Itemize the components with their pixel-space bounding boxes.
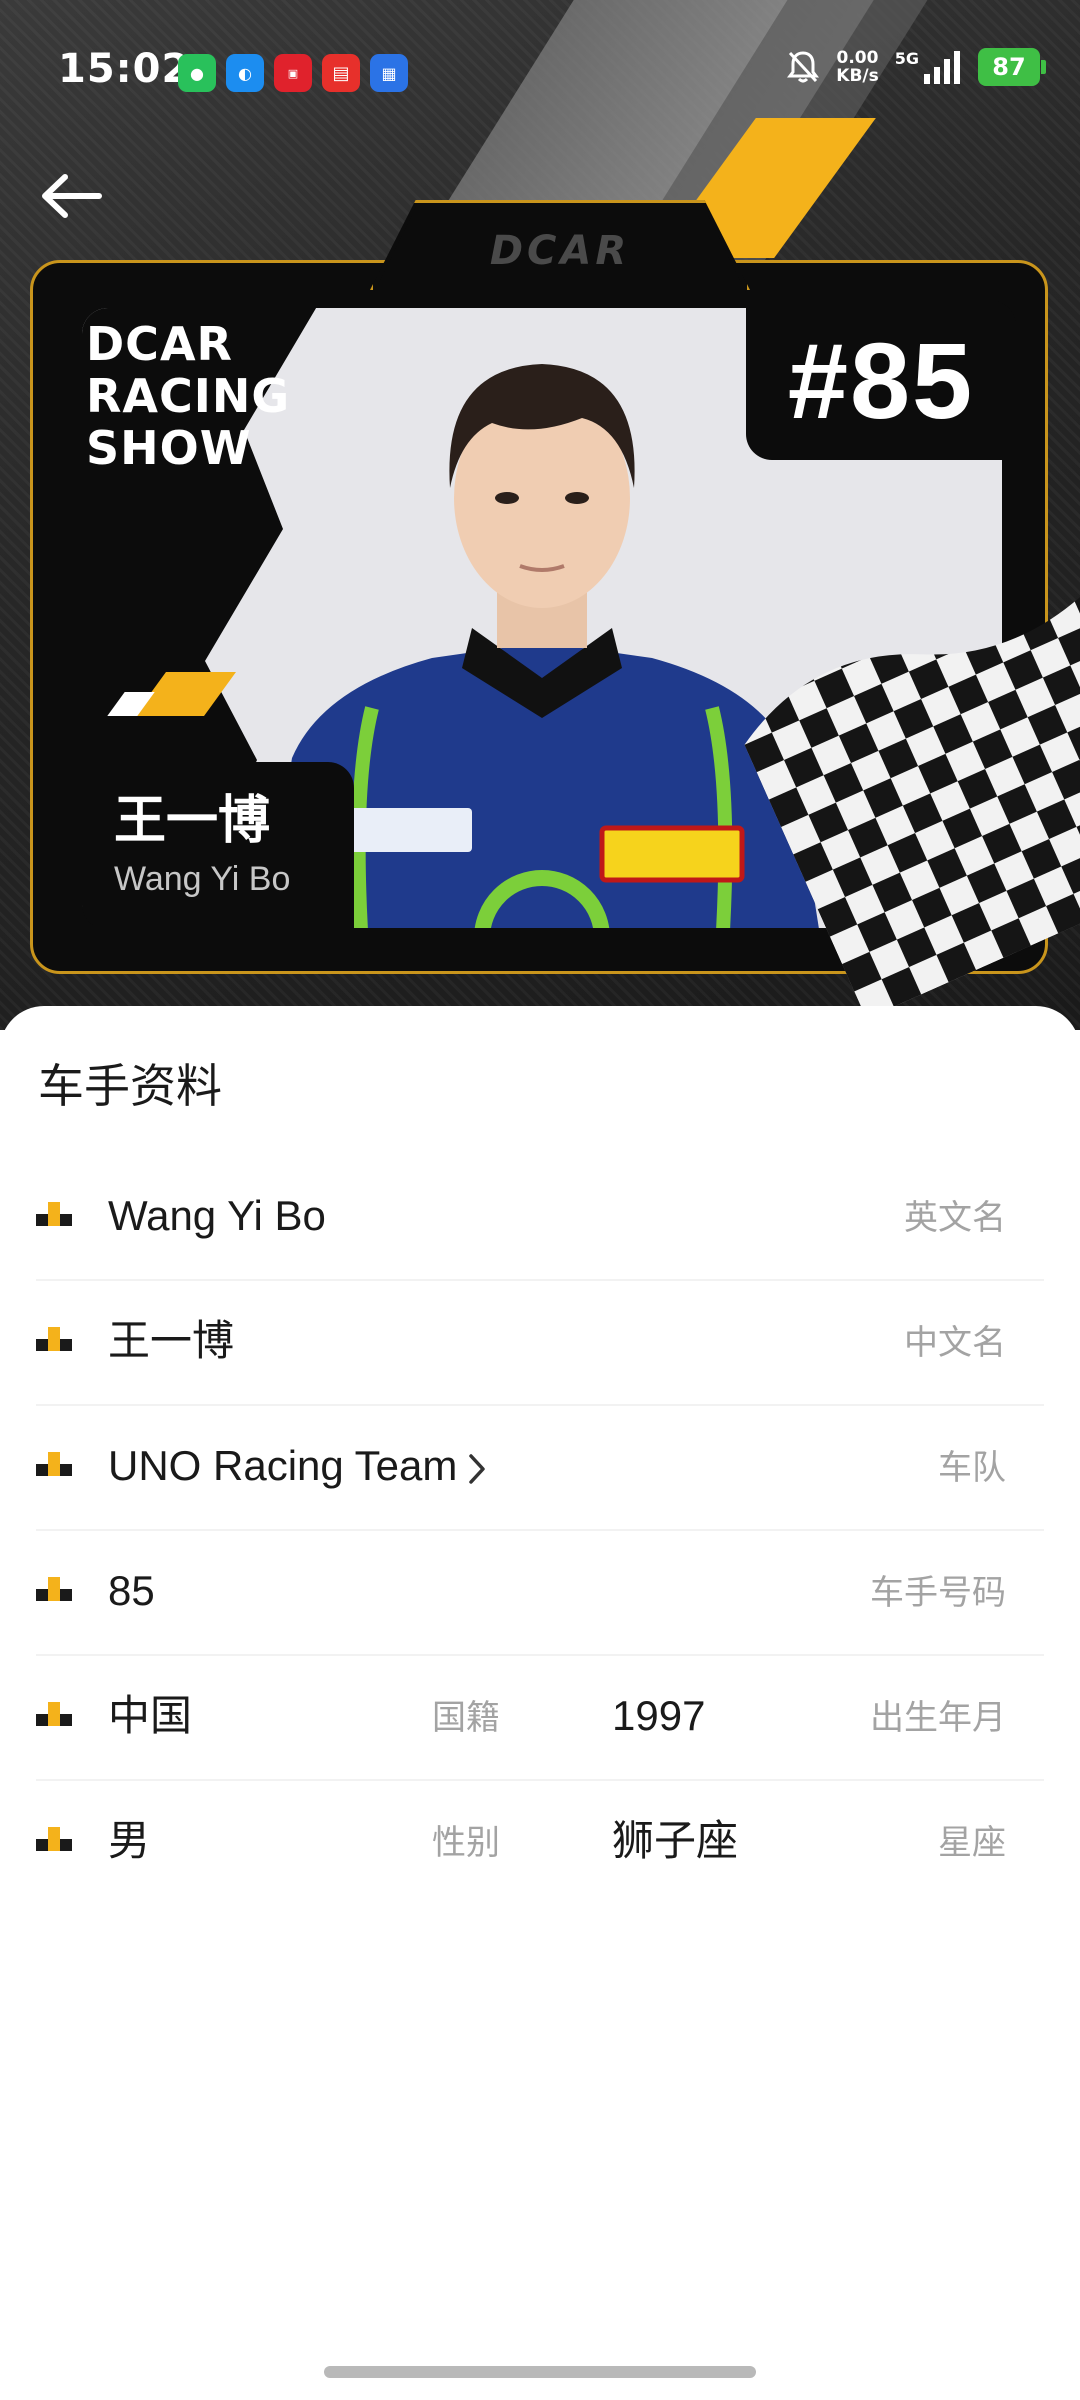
brand-line: SHOW: [86, 421, 252, 475]
battery-level: 87: [992, 53, 1026, 81]
chat-icon: ▦: [370, 54, 408, 92]
brand-title: DCAR RACING SHOW: [86, 318, 290, 474]
row-value: 85: [108, 1567, 155, 1614]
driver-profile-panel: 车手资料 Wang Yi Bo 英文名 王一博 中文名 UNO Racing T…: [0, 1006, 1080, 2400]
net-speed: 0.00 KB/s: [836, 49, 878, 85]
wechat-icon: ●: [178, 54, 216, 92]
battery-icon: 87: [978, 48, 1046, 86]
section-title: 车手资料: [38, 1059, 222, 1113]
checkered-bullet-icon: [36, 1577, 72, 1601]
profile-row-nationality-birth: 中国 国籍 1997 出生年月: [0, 1656, 1080, 1781]
driver-number-badge: #85: [746, 300, 1016, 460]
status-bar: 15:02 ● ◐ ▣ ▤ ▦ 0.00 KB/s 5G 87: [0, 0, 1080, 140]
mute-bell-icon: [787, 51, 820, 83]
checkered-bullet-icon: [36, 1827, 72, 1851]
status-time: 15:02: [58, 46, 191, 92]
profile-row-number: 85 车手号码: [0, 1531, 1080, 1656]
profile-row-team: UNO Racing Team 车队: [0, 1406, 1080, 1531]
profile-row-chinese-name: 王一博 中文名: [0, 1281, 1080, 1406]
row-label: 中文名: [904, 1323, 1006, 1363]
chevron-right-icon[interactable]: [467, 1452, 487, 1486]
row-value: 男: [108, 1816, 151, 1865]
team-name[interactable]: UNO Racing Team: [108, 1442, 457, 1489]
brand-line: DCAR: [86, 317, 233, 371]
store-icon: ▤: [322, 54, 360, 92]
profile-list: Wang Yi Bo 英文名 王一博 中文名 UNO Racing Team 车…: [0, 1156, 1080, 1906]
row-label: 国籍: [432, 1698, 500, 1738]
row-value: 中国: [108, 1691, 193, 1740]
card-logo: DCAR: [489, 228, 631, 274]
row-value-secondary: 狮子座: [612, 1816, 739, 1865]
row-label: 车队: [938, 1448, 1006, 1488]
row-label: 车手号码: [870, 1573, 1006, 1613]
signal-group: 5G: [895, 50, 962, 84]
driver-name-en: Wang Yi Bo: [114, 860, 291, 898]
row-label: 英文名: [904, 1198, 1006, 1238]
net-speed-unit: KB/s: [836, 66, 879, 86]
checkered-bullet-icon: [36, 1702, 72, 1726]
home-indicator[interactable]: [324, 2366, 756, 2378]
qq-icon: ◐: [226, 54, 264, 92]
team-link[interactable]: UNO Racing Team: [108, 1438, 487, 1494]
row-label: 性别: [432, 1823, 500, 1863]
app-screen: 15:02 ● ◐ ▣ ▤ ▦ 0.00 KB/s 5G 87 DCAR DCA…: [0, 0, 1080, 2400]
row-value: Wang Yi Bo: [108, 1192, 326, 1239]
row-label-secondary: 出生年月: [870, 1698, 1006, 1738]
net-speed-value: 0.00: [836, 48, 879, 68]
signal-icon: [924, 51, 960, 84]
tmall-icon: ▣: [274, 54, 312, 92]
row-label-secondary: 星座: [938, 1823, 1006, 1863]
profile-row-english-name: Wang Yi Bo 英文名: [0, 1156, 1080, 1281]
checkered-bullet-icon: [36, 1452, 72, 1476]
checkered-bullet-icon: [36, 1202, 72, 1226]
row-value: 王一博: [108, 1316, 235, 1365]
brand-line: RACING: [86, 369, 291, 423]
profile-row-gender-zodiac: 男 性别 狮子座 星座: [0, 1781, 1080, 1906]
notification-icons: ● ◐ ▣ ▤ ▦: [178, 54, 408, 92]
status-right-group: 0.00 KB/s 5G 87: [786, 48, 1046, 86]
driver-name-cn: 王一博: [114, 791, 271, 851]
network-type: 5G: [894, 49, 919, 68]
driver-hero: 15:02 ● ◐ ▣ ▤ ▦ 0.00 KB/s 5G 87 DCAR DCA…: [0, 0, 1080, 1030]
checkered-bullet-icon: [36, 1327, 72, 1351]
driver-number: #85: [787, 319, 975, 441]
row-value-secondary: 1997: [612, 1692, 706, 1739]
driver-name-box: 王一博 Wang Yi Bo: [82, 762, 354, 930]
